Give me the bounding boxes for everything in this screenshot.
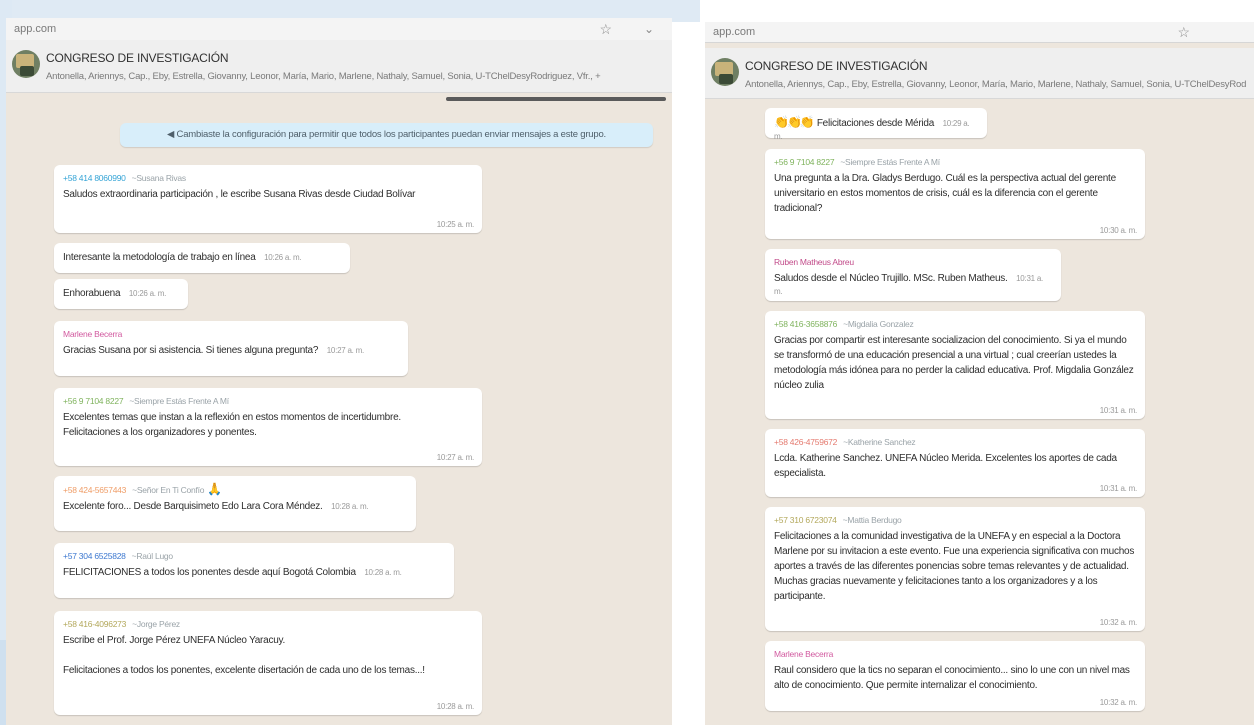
message-sender: Marlene Becerra [63,329,123,339]
sender-phone: +58 416-4096273 [63,619,127,629]
group-title: CONGRESO DE INVESTIGACIÓN [745,59,928,73]
clapping-hands-icon: 👏👏👏 [774,115,815,129]
chevron-down-icon[interactable]: ⌄ [644,18,654,40]
message-sender: Ruben Matheus Abreu [774,257,854,267]
message-bubble[interactable]: Interesante la metodología de trabajo en… [54,243,350,273]
chat-messages-area[interactable]: ◀ Cambiaste la configuración para permit… [6,93,672,725]
message-text: Excelente foro... Desde Barquisimeto Edo… [63,501,323,512]
message-bubble[interactable]: +56 9 7104 8227 ~Siempre Estás Frente A M… [765,149,1145,239]
sender-alias: ~Mattia Berdugo [842,515,902,525]
message-sender: Marlene Becerra [774,649,834,659]
message-sender: +58 424-5657443 ~Señor En Ti Confío 🙏 [63,483,407,496]
message-time: 10:27 a. m. [436,453,475,462]
message-time: 10:25 a. m. [436,220,475,229]
bookmark-star-icon[interactable]: ☆ [599,18,612,40]
message-time: 10:30 a. m. [1099,226,1138,235]
chat-header[interactable]: CONGRESO DE INVESTIGACIÓN Antonella, Ari… [705,48,1254,99]
message-time: 10:32 a. m. [1099,618,1138,627]
sender-phone: +58 416-3658876 [774,319,838,329]
message-text: Enhorabuena [63,288,121,299]
sender-alias: ~Siempre Estás Frente A Mí [840,157,940,167]
message-sender: +57 304 6525828 ~Raúl Lugo [63,550,445,562]
message-sender: +58 426-4759672 ~Katherine Sanchez [774,436,1136,448]
sender-alias: ~Jorge Pérez [132,619,180,629]
sender-phone: +58 414 8060990 [63,173,126,183]
message-bubble[interactable]: +58 414 8060990 ~Susana Rivas Saludos ext… [54,165,482,233]
message-bubble[interactable]: +57 310 6723074 ~Mattia Berdugo Felicitac… [765,507,1145,631]
sender-alias: ~Raúl Lugo [131,551,173,561]
message-bubble[interactable]: Marlene Becerra Raul considero que la ti… [765,641,1145,711]
message-time: 10:26 a. m. [264,253,302,262]
message-time: 10:28 a. m. [364,568,402,577]
chat-messages-area[interactable]: 👏👏👏 Felicitaciones desde Mérida 10:29 a. … [705,99,1254,725]
message-time: 10:27 a. m. [326,346,365,355]
message-sender: +56 9 7104 8227 ~Siempre Estás Frente A M… [774,156,1136,168]
message-bubble[interactable]: +57 304 6525828 ~Raúl Lugo FELICITACIONES… [54,543,454,598]
browser-address-bar[interactable]: app.com ☆ ⌄ [6,18,672,41]
sender-phone: +57 304 6525828 [63,551,126,561]
message-text: Raul considero que la tics no separan el… [774,665,1130,691]
message-sender: +57 310 6723074 ~Mattia Berdugo [774,514,1136,526]
message-text: Una pregunta a la Dra. Gladys Berdugo. C… [774,173,1116,214]
message-sender: +58 416-4096273 ~Jorge Pérez [63,618,473,630]
message-sender: +58 414 8060990 ~Susana Rivas [63,172,473,184]
group-participants: Antonella, Ariennys, Cap., Eby, Estrella… [46,71,601,82]
praying-hands-icon: 🙏 [207,482,222,496]
right-chat-screenshot: app.com ☆ CONGRESO DE INVESTIGACIÓN Anto… [705,22,1254,725]
bookmark-star-icon[interactable]: ☆ [1177,22,1190,42]
message-text: Excelentes temas que instan a la reflexi… [63,412,401,438]
message-text: Gracias por compartir est interesante so… [774,335,1134,391]
sender-phone: +57 310 6723074 [774,515,837,525]
message-bubble[interactable]: 👏👏👏 Felicitaciones desde Mérida 10:29 a. … [765,108,987,141]
sender-phone: +56 9 7104 8227 [774,157,835,167]
sender-alias: ~Susana Rivas [131,173,186,183]
sender-phone: +56 9 7104 8227 [63,396,124,406]
sender-alias: ~Siempre Estás Frente A Mí [129,396,229,406]
message-time: 10:28 a. m. [436,702,475,711]
message-time: 10:31 a. m. [1099,484,1138,493]
sender-alias: ~Katherine Sanchez [843,437,916,447]
browser-address-bar[interactable]: app.com ☆ [705,22,1254,43]
sender-phone: +58 426-4759672 [774,437,838,447]
sender-alias: ~Señor En Ti Confío [132,485,205,495]
left-chat-screenshot: app.com ☆ ⌄ CONGRESO DE INVESTIGACIÓN An… [6,18,672,725]
message-sender: +58 416-3658876 ~Migdalia Gonzalez [774,318,1136,330]
scrollbar-thumb[interactable] [446,97,666,101]
message-text: Gracias Susana por si asistencia. Si tie… [63,345,319,356]
message-sender: +56 9 7104 8227 ~Siempre Estás Frente A M… [63,395,473,407]
message-bubble[interactable]: Enhorabuena 10:26 a. m. [54,279,188,309]
message-text: Felicitaciones desde Mérida [816,118,935,129]
message-time: 10:28 a. m. [331,502,369,511]
sender-phone: +58 424-5657443 [63,485,127,495]
group-participants: Antonella, Ariennys, Cap., Eby, Estrella… [745,79,1247,90]
message-bubble[interactable]: +56 9 7104 8227 ~Siempre Estás Frente A M… [54,388,482,466]
group-title: CONGRESO DE INVESTIGACIÓN [46,51,229,65]
message-text: Felicitaciones a la comunidad investigat… [774,531,1135,602]
message-time: 10:32 a. m. [1099,698,1138,707]
message-text: Escribe el Prof. Jorge Pérez UNEFA Núcle… [63,635,425,676]
group-avatar[interactable] [711,58,739,86]
message-bubble[interactable]: +58 416-3658876 ~Migdalia Gonzalez Gracia… [765,311,1145,419]
message-time: 10:31 a. m. [1099,406,1138,415]
message-text: Saludos desde el Núcleo Trujillo. MSc. R… [774,273,1008,284]
address-url[interactable]: app.com [713,22,755,42]
message-text: FELICITACIONES a todos los ponentes desd… [63,567,356,578]
message-bubble[interactable]: +58 424-5657443 ~Señor En Ti Confío 🙏 Exce… [54,476,416,531]
message-bubble[interactable]: Marlene Becerra Gracias Susana por si as… [54,321,408,376]
message-time: 10:26 a. m. [128,289,167,298]
message-bubble[interactable]: Ruben Matheus Abreu Saludos desde el Núc… [765,249,1061,301]
message-bubble[interactable]: +58 426-4759672 ~Katherine Sanchez Lcda. … [765,429,1145,497]
message-text: Interesante la metodología de trabajo en… [63,252,256,263]
group-avatar[interactable] [12,50,40,78]
message-text: Saludos extraordinaria participación , l… [63,189,416,200]
chat-header[interactable]: CONGRESO DE INVESTIGACIÓN Antonella, Ari… [6,40,672,93]
address-url[interactable]: app.com [14,18,56,40]
system-message: ◀ Cambiaste la configuración para permit… [120,123,653,147]
sender-alias: ~Migdalia Gonzalez [843,319,914,329]
message-bubble[interactable]: +58 416-4096273 ~Jorge Pérez Escribe el P… [54,611,482,715]
message-text: Lcda. Katherine Sanchez. UNEFA Núcleo Me… [774,453,1117,479]
